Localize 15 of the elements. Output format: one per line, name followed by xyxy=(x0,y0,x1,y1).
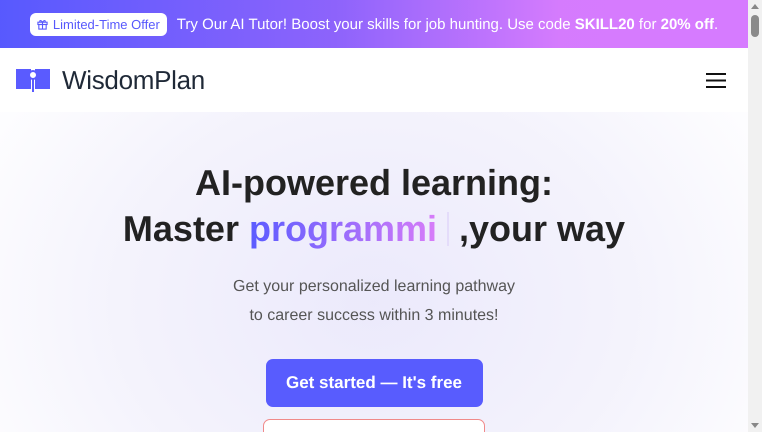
promo-message: Try Our AI Tutor! Boost your skills for job hunting. Use code SKILL20 for 20% off. xyxy=(176,16,718,32)
scroll-up-icon[interactable] xyxy=(751,4,759,9)
scroll-down-icon[interactable] xyxy=(751,423,759,428)
gift-icon xyxy=(36,18,48,30)
get-started-button[interactable]: Get started — It's free xyxy=(266,359,482,407)
book-logo-icon xyxy=(16,67,50,93)
offer-badge-label: Limited-Time Offer xyxy=(52,16,160,32)
scrollbar[interactable] xyxy=(748,0,762,432)
hero-title: AI-powered learning: xyxy=(194,161,554,205)
hero-subtitle: Get your personalized learning pathway to career success within 3 minutes! xyxy=(233,277,515,326)
hero-title-prefix: Master xyxy=(122,207,239,251)
scrollbar-thumb[interactable] xyxy=(751,15,759,37)
hero-title-suffix: ,your way xyxy=(459,207,626,251)
brand-name[interactable]: WisdomPlan xyxy=(62,64,205,96)
menu-icon xyxy=(706,72,726,88)
